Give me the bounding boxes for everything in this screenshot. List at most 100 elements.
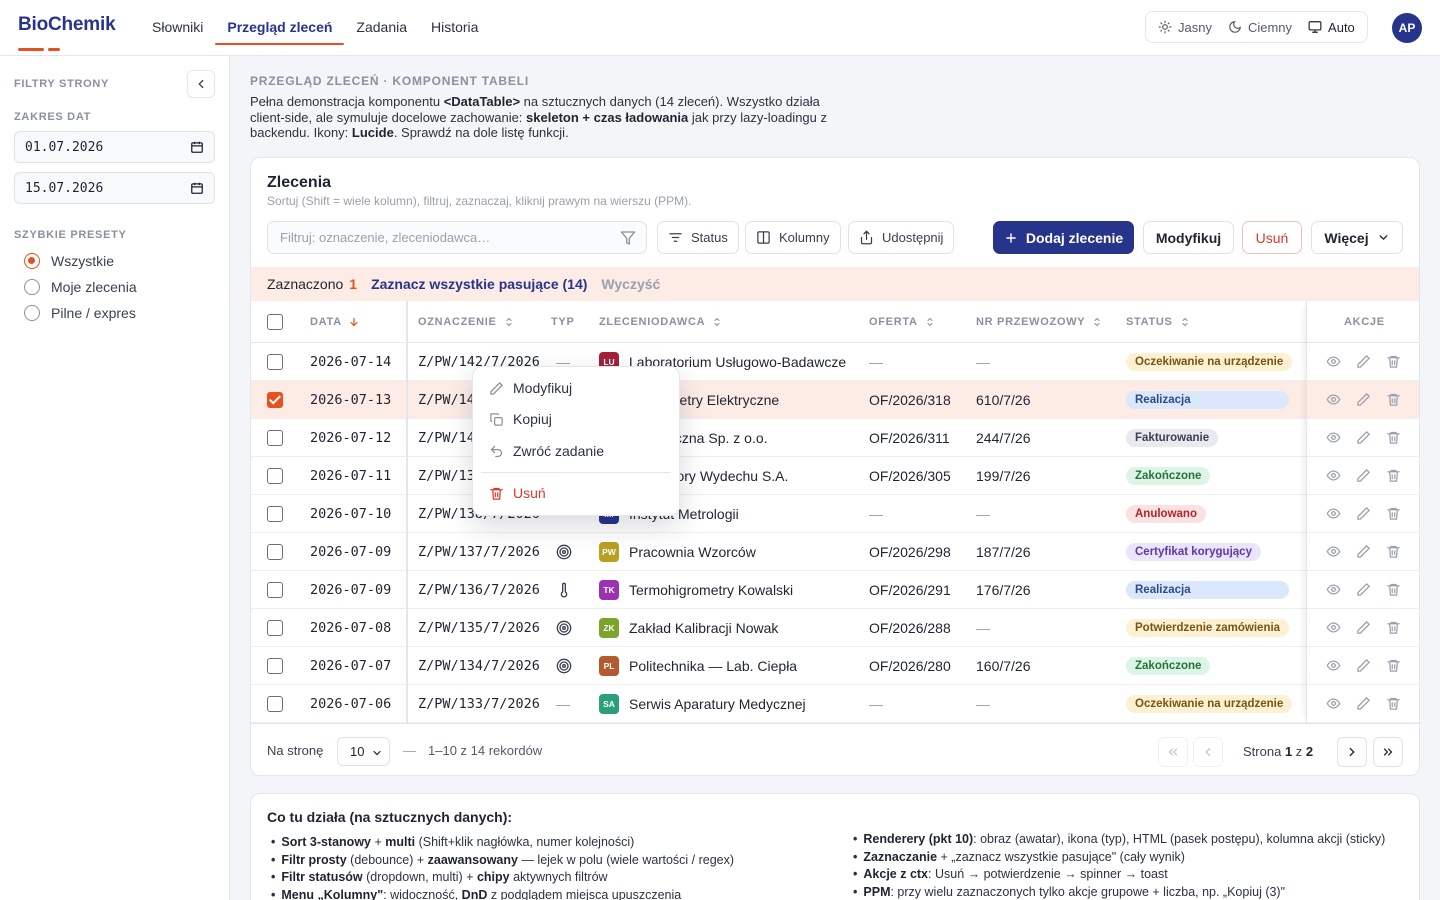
col-header-code[interactable]: OZNACZENIE — [418, 301, 515, 343]
filter-funnel-icon[interactable] — [620, 230, 636, 246]
ctx-modify[interactable]: Modyfikuj — [489, 380, 572, 396]
monitor-icon — [1308, 21, 1322, 33]
columns-button[interactable]: Kolumny — [745, 221, 841, 254]
client-name: Termohigrometry Kowalski — [629, 581, 794, 598]
add-order-button[interactable]: Dodaj zlecenie — [993, 221, 1134, 254]
row-checkbox[interactable] — [267, 467, 283, 484]
more-button[interactable]: Więcej — [1311, 221, 1403, 254]
cell-code: Z/PW/134/7/2026 — [418, 657, 540, 674]
info-list-item: Zaznaczanie + „zaznacz wszystkie pasując… — [853, 849, 1385, 867]
table-row[interactable]: 2026-07-10Z/PW/138/7/2026IMInstytut Metr… — [251, 495, 1419, 533]
desc-bold: skeleton + czas ładowania — [526, 109, 689, 125]
table-row[interactable]: 2026-07-06 Z/PW/133/7/2026 — SA Serwis Apara… — [251, 685, 1419, 723]
table-row[interactable]: 2026-07-11Z/PW/139/7/2026Laboratory Wyde… — [251, 457, 1419, 495]
sidebar-title: FILTRY STRONY — [14, 78, 110, 90]
nav-item-historia[interactable]: Historia — [419, 0, 490, 44]
nav-item-slowniki[interactable]: Słowniki — [140, 0, 215, 44]
preset-all[interactable]: Wszystkie — [24, 253, 114, 269]
last-page-button[interactable] — [1373, 737, 1403, 767]
col-header-offer[interactable]: OFERTA — [869, 301, 936, 343]
card-subtitle: Sortuj (Shift = wiele kolumn), filtruj, … — [267, 194, 692, 208]
status-badge: Anulowano — [1126, 504, 1206, 523]
preset-urgent[interactable]: Pilne / expres — [24, 305, 136, 321]
columns-icon — [757, 231, 770, 244]
row-checkbox[interactable] — [267, 391, 283, 408]
row-checkbox[interactable] — [267, 543, 283, 560]
client-name: Politechnika — Lab. Ciepła — [629, 657, 798, 674]
preset-mine[interactable]: Moje zlecenia — [24, 279, 137, 295]
radio[interactable] — [24, 279, 40, 295]
col-status-label: STATUS — [1126, 316, 1173, 328]
col-header-client[interactable]: ZLECENIODAWCA — [599, 301, 723, 343]
table-row[interactable]: 2026-07-09 Z/PW/136/7/2026 TK Termohigromet… — [251, 571, 1419, 609]
date-from-value: 01.07.2026 — [25, 139, 104, 155]
col-header-type[interactable]: TYP — [551, 301, 575, 343]
target-icon — [556, 544, 572, 560]
cell-transport: 199/7/26 — [976, 467, 1031, 484]
table-row[interactable]: 2026-07-09 Z/PW/137/7/2026 PW Pracownia Wzo… — [251, 533, 1419, 571]
ctx-copy[interactable]: Kopiuj — [489, 411, 552, 427]
table-row[interactable]: 2026-07-14 Z/PW/142/7/2026— LU Laboratorium… — [251, 343, 1419, 381]
row-checkbox[interactable] — [267, 353, 283, 370]
cell-type — [556, 533, 572, 570]
first-page-button[interactable] — [1158, 737, 1188, 767]
cell-transport: 244/7/26 — [976, 429, 1031, 446]
ctx-delete[interactable]: Usuń — [489, 485, 546, 501]
ctx-copy-label: Kopiuj — [513, 411, 552, 427]
cell-code: Z/PW/137/7/2026 — [418, 543, 540, 560]
col-header-date[interactable]: DATA — [310, 301, 360, 343]
nav-item-przeglad-zlecen[interactable]: Przegląd zleceń — [215, 0, 345, 45]
status-filter-button[interactable]: Status — [657, 221, 739, 254]
select-all-checkbox[interactable] — [267, 314, 283, 330]
info-text: : widoczność, — [383, 887, 462, 900]
radio-checked[interactable] — [24, 253, 40, 269]
radio[interactable] — [24, 305, 40, 321]
cell-code: Z/PW/136/7/2026 — [418, 581, 540, 598]
row-checkbox[interactable] — [267, 429, 283, 446]
cell-transport: 187/7/26 — [976, 543, 1031, 560]
records-info: — 1–10 z 14 rekordów — [403, 743, 542, 758]
nav-item-zadania[interactable]: Zadania — [344, 0, 419, 44]
theme-dark-option[interactable]: Ciemny — [1220, 14, 1300, 40]
calendar-icon[interactable] — [190, 140, 204, 154]
per-page-select[interactable]: 10 — [337, 737, 390, 766]
table-row[interactable]: 2026-07-08 Z/PW/135/7/2026 ZK Zakład Kalibr… — [251, 609, 1419, 647]
sidebar-collapse-button[interactable] — [187, 70, 215, 98]
prev-page-button[interactable] — [1193, 737, 1223, 767]
calendar-icon[interactable] — [190, 181, 204, 195]
row-checkbox[interactable] — [267, 657, 283, 674]
row-checkbox[interactable] — [267, 619, 283, 636]
info-list-left: Sort 3-stanowy + multi (Shift+klik nagłó… — [271, 834, 734, 900]
theme-auto-option[interactable]: Auto — [1300, 14, 1363, 40]
cell-date: 2026-07-08 — [310, 619, 392, 636]
column-resize-divider[interactable] — [406, 301, 408, 723]
user-avatar[interactable]: AP — [1392, 13, 1422, 43]
table-filter-input[interactable]: Filtruj: oznaczenie, zleceniodawca… — [267, 221, 647, 254]
clear-selection-link[interactable]: Wyczyść — [601, 276, 660, 292]
date-from-input[interactable]: 01.07.2026 — [14, 131, 215, 163]
share-button[interactable]: Udostępnij — [848, 221, 955, 254]
modify-button[interactable]: Modyfikuj — [1143, 221, 1234, 254]
date-to-input[interactable]: 15.07.2026 — [14, 172, 215, 204]
theme-light-option[interactable]: Jasny — [1150, 14, 1220, 40]
app-logo[interactable]: BioChemik — [18, 14, 116, 36]
status-badge: Oczekiwanie na urządzenie — [1126, 352, 1293, 371]
table-row[interactable]: 2026-07-07 Z/PW/134/7/2026 PL Politechnika … — [251, 647, 1419, 685]
row-checkbox[interactable] — [267, 505, 283, 522]
date-range-label: ZAKRES DAT — [14, 111, 92, 123]
date-to-value: 15.07.2026 — [25, 180, 104, 196]
col-client-label: ZLECENIODAWCA — [599, 316, 706, 328]
cell-offer: OF/2026/280 — [869, 657, 951, 674]
select-all-matching-link[interactable]: Zaznacz wszystkie pasujące (14) — [371, 276, 587, 292]
col-header-transport[interactable]: NR PRZEWOZOWY — [976, 301, 1103, 343]
cell-status: Anulowano — [1126, 495, 1206, 532]
table-row[interactable]: 2026-07-13Z/PW/141/7/2026Termometry Elek… — [251, 381, 1419, 419]
ctx-return-task[interactable]: Zwróć zadanie — [489, 443, 604, 459]
row-checkbox[interactable] — [267, 581, 283, 598]
row-checkbox-cell — [267, 533, 283, 570]
delete-button[interactable]: Usuń — [1242, 221, 1302, 254]
row-checkbox[interactable] — [267, 695, 283, 712]
next-page-button[interactable] — [1337, 737, 1367, 767]
col-header-status[interactable]: STATUS — [1126, 301, 1191, 343]
table-row[interactable]: 2026-07-12Z/PW/140/7/2026Klimatyczna Sp.… — [251, 419, 1419, 457]
